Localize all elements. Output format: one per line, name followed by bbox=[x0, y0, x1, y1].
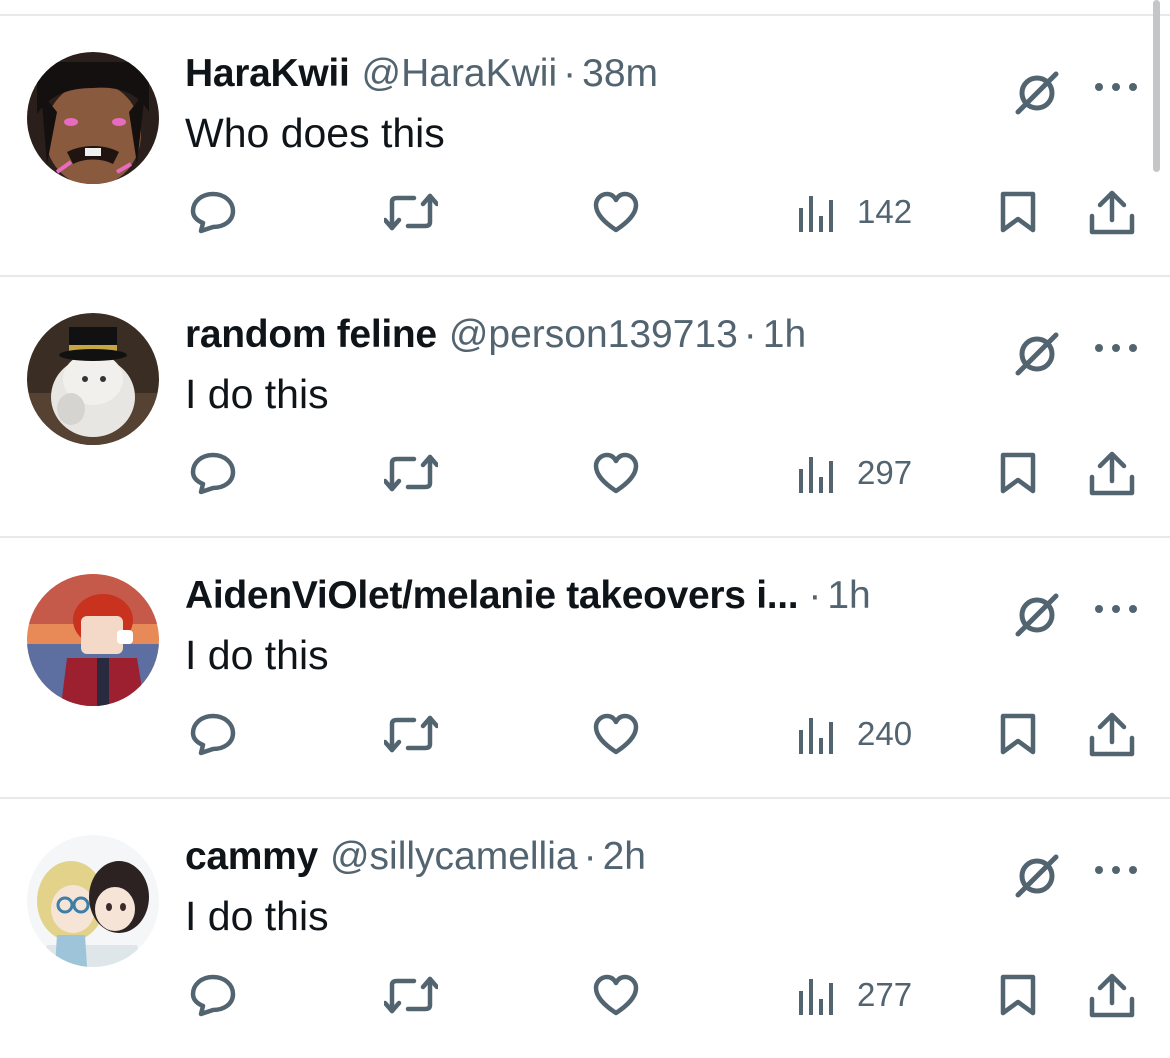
separator-dot: · bbox=[743, 313, 757, 356]
reply-icon bbox=[190, 974, 236, 1017]
share-button[interactable] bbox=[1088, 973, 1136, 1019]
avatar[interactable] bbox=[27, 835, 159, 967]
replies-feed: HaraKwii @HaraKwii · 38m Who does this 1… bbox=[0, 16, 1170, 1058]
reply-header: cammy @sillycamellia · 2h bbox=[185, 835, 646, 879]
reply-button[interactable] bbox=[189, 712, 237, 756]
share-button[interactable] bbox=[1088, 451, 1136, 497]
heart-icon bbox=[593, 974, 639, 1016]
views-count: 297 bbox=[857, 454, 913, 491]
heart-icon bbox=[593, 452, 639, 494]
bookmark-button[interactable] bbox=[998, 190, 1038, 234]
timestamp[interactable]: 1h bbox=[763, 313, 806, 357]
views-count: 240 bbox=[857, 715, 913, 752]
reply-header: AidenViOlet/melanie takeovers i... · 1h bbox=[185, 574, 871, 618]
action-bar: 142 bbox=[0, 182, 1170, 242]
timestamp[interactable]: 38m bbox=[582, 52, 658, 96]
more-icon[interactable] bbox=[1093, 78, 1139, 96]
reply[interactable]: cammy @sillycamellia · 2h I do this 277 bbox=[0, 799, 1170, 1058]
share-icon bbox=[1089, 973, 1135, 1018]
bookmark-icon bbox=[1000, 713, 1036, 755]
reply-button[interactable] bbox=[189, 973, 237, 1017]
share-icon bbox=[1089, 190, 1135, 235]
separator-dot: · bbox=[808, 574, 822, 617]
views-button[interactable]: 142 bbox=[797, 190, 912, 234]
display-name[interactable]: cammy bbox=[185, 835, 318, 879]
reply[interactable]: random feline @person139713 · 1h I do th… bbox=[0, 277, 1170, 538]
reply-icon bbox=[190, 713, 236, 756]
views-icon bbox=[799, 457, 833, 493]
reply-text: Who does this bbox=[185, 110, 445, 156]
bookmark-icon bbox=[1000, 452, 1036, 494]
bookmark-icon bbox=[1000, 191, 1036, 233]
action-bar: 297 bbox=[0, 443, 1170, 503]
heart-icon bbox=[593, 713, 639, 755]
avatar[interactable] bbox=[27, 313, 159, 445]
separator-dot: · bbox=[583, 835, 597, 878]
like-button[interactable] bbox=[592, 712, 640, 756]
reply-icon bbox=[190, 191, 236, 234]
views-count: 142 bbox=[857, 193, 913, 230]
repost-icon bbox=[384, 976, 438, 1014]
more-icon[interactable] bbox=[1093, 861, 1139, 879]
bookmark-icon bbox=[1000, 974, 1036, 1016]
avatar[interactable] bbox=[27, 52, 159, 184]
action-bar: 277 bbox=[0, 965, 1170, 1025]
repost-icon bbox=[384, 193, 438, 231]
heart-icon bbox=[593, 191, 639, 233]
reply[interactable]: AidenViOlet/melanie takeovers i... · 1h … bbox=[0, 538, 1170, 799]
reply-header: HaraKwii @HaraKwii · 38m bbox=[185, 52, 658, 96]
separator-dot: · bbox=[563, 52, 577, 95]
more-icon[interactable] bbox=[1093, 339, 1139, 357]
display-name[interactable]: random feline bbox=[185, 313, 437, 357]
views-icon bbox=[799, 979, 833, 1015]
reply-text: I do this bbox=[185, 371, 329, 417]
repost-icon bbox=[384, 715, 438, 753]
more-icon[interactable] bbox=[1093, 600, 1139, 618]
like-button[interactable] bbox=[592, 451, 640, 495]
repost-icon bbox=[384, 454, 438, 492]
views-count: 277 bbox=[857, 976, 913, 1013]
share-icon bbox=[1089, 712, 1135, 757]
user-handle[interactable]: @sillycamellia bbox=[330, 835, 578, 879]
bookmark-button[interactable] bbox=[998, 973, 1038, 1017]
reply[interactable]: HaraKwii @HaraKwii · 38m Who does this 1… bbox=[0, 16, 1170, 277]
timestamp[interactable]: 2h bbox=[603, 835, 646, 879]
grok-icon[interactable] bbox=[1012, 851, 1062, 901]
grok-icon[interactable] bbox=[1012, 590, 1062, 640]
grok-icon[interactable] bbox=[1012, 329, 1062, 379]
avatar[interactable] bbox=[27, 574, 159, 706]
share-button[interactable] bbox=[1088, 190, 1136, 236]
bookmark-button[interactable] bbox=[998, 451, 1038, 495]
grok-icon[interactable] bbox=[1012, 68, 1062, 118]
reply-text: I do this bbox=[185, 632, 329, 678]
user-handle[interactable]: @person139713 bbox=[449, 313, 738, 357]
bookmark-button[interactable] bbox=[998, 712, 1038, 756]
views-button[interactable]: 297 bbox=[797, 451, 912, 495]
reply-button[interactable] bbox=[189, 190, 237, 234]
timestamp[interactable]: 1h bbox=[827, 574, 870, 618]
repost-button[interactable] bbox=[384, 712, 438, 756]
repost-button[interactable] bbox=[384, 973, 438, 1017]
views-button[interactable]: 277 bbox=[797, 973, 912, 1017]
views-icon bbox=[799, 718, 833, 754]
reply-text: I do this bbox=[185, 893, 329, 939]
action-bar: 240 bbox=[0, 704, 1170, 764]
views-icon bbox=[799, 196, 833, 232]
reply-header: random feline @person139713 · 1h bbox=[185, 313, 806, 357]
display-name[interactable]: HaraKwii bbox=[185, 52, 350, 96]
share-icon bbox=[1089, 451, 1135, 496]
reply-button[interactable] bbox=[189, 451, 237, 495]
views-button[interactable]: 240 bbox=[797, 712, 912, 756]
display-name[interactable]: AidenViOlet/melanie takeovers i... bbox=[185, 574, 799, 618]
repost-button[interactable] bbox=[384, 190, 438, 234]
like-button[interactable] bbox=[592, 190, 640, 234]
share-button[interactable] bbox=[1088, 712, 1136, 758]
repost-button[interactable] bbox=[384, 451, 438, 495]
user-handle[interactable]: @HaraKwii bbox=[362, 52, 558, 96]
like-button[interactable] bbox=[592, 973, 640, 1017]
reply-icon bbox=[190, 452, 236, 495]
